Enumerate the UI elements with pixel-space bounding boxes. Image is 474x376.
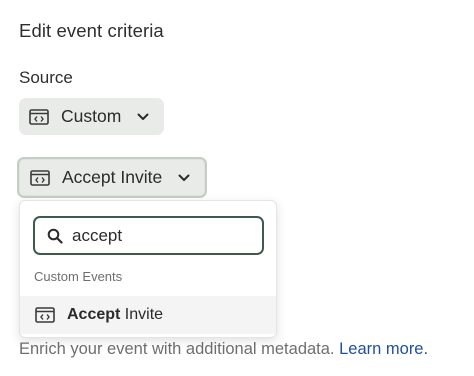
code-brackets-icon xyxy=(30,169,50,186)
event-select[interactable]: Accept Invite xyxy=(17,157,207,198)
chevron-down-icon xyxy=(137,113,149,120)
source-label: Source xyxy=(19,68,73,87)
code-brackets-icon xyxy=(29,108,49,125)
search-icon xyxy=(47,228,63,244)
code-brackets-icon xyxy=(35,307,55,323)
chevron-down-icon xyxy=(178,174,190,181)
source-select-value: Custom xyxy=(61,106,122,126)
group-header-custom-events: Custom Events xyxy=(34,269,123,284)
option-label: Accept Invite xyxy=(67,306,163,324)
source-select[interactable]: Custom xyxy=(19,98,164,135)
metadata-hint: Enrich your event with additional metada… xyxy=(19,340,428,359)
event-select-value: Accept Invite xyxy=(62,167,163,187)
learn-more-link[interactable]: Learn more. xyxy=(339,340,428,358)
option-label-match: Accept xyxy=(67,306,121,323)
event-dropdown-menu: Custom Events Accept Invite xyxy=(19,200,277,338)
search-input[interactable] xyxy=(72,225,252,246)
search-field[interactable] xyxy=(33,216,264,255)
panel-title: Edit event criteria xyxy=(19,20,164,41)
option-accept-invite[interactable]: Accept Invite xyxy=(20,296,276,334)
option-label-rest: Invite xyxy=(120,306,164,323)
metadata-hint-text: Enrich your event with additional metada… xyxy=(19,340,335,358)
